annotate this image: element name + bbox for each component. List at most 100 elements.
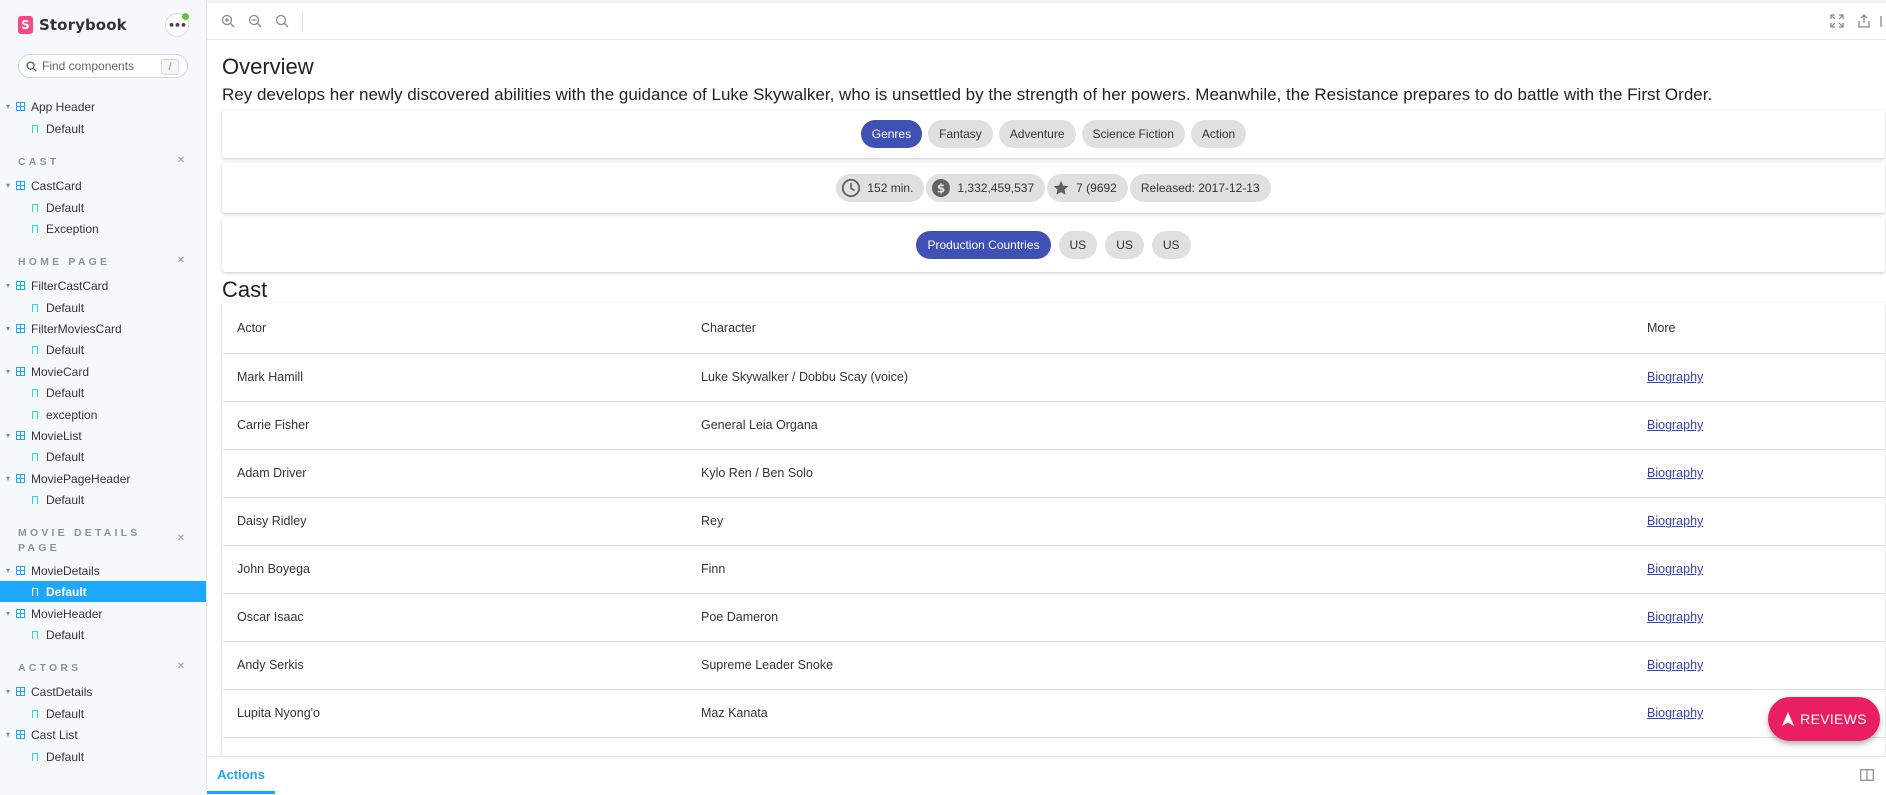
story-filter-movies-card-default[interactable]: Default bbox=[0, 339, 206, 360]
runtime-chip: 152 min. bbox=[836, 174, 925, 202]
story-movie-page-header-default[interactable]: Default bbox=[0, 489, 206, 510]
bookmark-icon bbox=[32, 709, 38, 718]
biography-link[interactable]: Biography bbox=[1647, 562, 1703, 576]
caret-down-icon: ▾ bbox=[6, 324, 11, 333]
actor-cell: Lupita Nyong'o bbox=[237, 706, 321, 720]
caret-down-icon: ▾ bbox=[6, 474, 11, 483]
biography-link[interactable]: Biography bbox=[1647, 370, 1703, 384]
section-title-home-page[interactable]: HOME PAGE bbox=[18, 255, 168, 270]
dollar-icon: $ bbox=[931, 178, 951, 198]
genre-chip[interactable]: Action bbox=[1190, 120, 1247, 148]
search-input[interactable] bbox=[42, 59, 152, 73]
component-icon bbox=[16, 367, 25, 376]
tree-item-label: CastCard bbox=[31, 178, 82, 193]
cast-table: Actor Character More Mark Hamill Luke Sk… bbox=[222, 303, 1885, 756]
story-movie-card-exception[interactable]: exception bbox=[0, 404, 206, 425]
tree-item-movie-list[interactable]: ▾ MovieList bbox=[0, 425, 206, 446]
column-header-more: More bbox=[1647, 321, 1676, 335]
reviews-fab-button[interactable]: REVIEWS bbox=[1768, 697, 1880, 741]
tree-item-movie-page-header[interactable]: ▾ MoviePageHeader bbox=[0, 468, 206, 489]
caret-down-icon: ▾ bbox=[6, 431, 11, 440]
biography-link[interactable]: Biography bbox=[1647, 610, 1703, 624]
tree-item-movie-card[interactable]: ▾ MovieCard bbox=[0, 361, 206, 382]
collapse-icon[interactable]: ✕ bbox=[176, 534, 186, 544]
component-icon bbox=[16, 730, 25, 739]
bookmark-icon bbox=[32, 630, 38, 639]
tree-item-cast-details[interactable]: ▾ CastDetails bbox=[0, 681, 206, 702]
notification-dot bbox=[182, 13, 189, 20]
story-label: Default bbox=[46, 200, 85, 215]
biography-link[interactable]: Biography bbox=[1647, 514, 1703, 528]
story-label: Default bbox=[46, 749, 85, 764]
component-icon bbox=[16, 181, 25, 190]
caret-down-icon: ▾ bbox=[6, 367, 11, 376]
bookmark-icon bbox=[32, 203, 38, 212]
component-icon bbox=[16, 609, 25, 618]
tree-item-cast-card[interactable]: ▾ CastCard bbox=[0, 175, 206, 196]
genre-chip[interactable]: Adventure bbox=[998, 120, 1076, 148]
tab-actions[interactable]: Actions bbox=[207, 757, 275, 794]
zoom-out-icon[interactable] bbox=[248, 14, 262, 28]
tree-item-label: FilterCastCard bbox=[31, 278, 109, 293]
sidebar-menu-button[interactable]: ••• bbox=[165, 13, 189, 37]
story-filter-cast-card-default[interactable]: Default bbox=[0, 297, 206, 318]
section-title-actors[interactable]: ACTORS bbox=[18, 661, 168, 676]
open-new-tab-icon[interactable] bbox=[1880, 14, 1886, 28]
story-app-header-default[interactable]: Default bbox=[0, 118, 206, 139]
revenue-chip: $ 1,332,459,537 bbox=[926, 174, 1046, 202]
story-movie-details-default[interactable]: Default bbox=[0, 581, 206, 602]
story-label: Default bbox=[46, 584, 87, 599]
tree-item-filter-cast-card[interactable]: ▾ FilterCastCard bbox=[0, 275, 206, 296]
story-movie-card-default[interactable]: Default bbox=[0, 382, 206, 403]
table-row: Lupita Nyong'o Maz Kanata Biography bbox=[222, 690, 1885, 738]
story-cast-list-default[interactable]: Default bbox=[0, 746, 206, 767]
panel-layout-icon[interactable] bbox=[1860, 769, 1874, 781]
tree-item-movie-header[interactable]: ▾ MovieHeader bbox=[0, 603, 206, 624]
tree-item-label: MovieCard bbox=[31, 364, 90, 379]
bookmark-icon bbox=[32, 388, 38, 397]
bookmark-icon bbox=[32, 752, 38, 761]
search-box[interactable]: / bbox=[18, 54, 188, 78]
tree-item-filter-movies-card[interactable]: ▾ FilterMoviesCard bbox=[0, 318, 206, 339]
tree-item-app-header[interactable]: ▾ App Header bbox=[0, 96, 206, 117]
story-cast-card-exception[interactable]: Exception bbox=[0, 218, 206, 239]
storybook-brand[interactable]: S Storybook bbox=[18, 14, 127, 36]
country-chip[interactable]: US bbox=[1058, 231, 1098, 259]
collapse-icon[interactable]: ✕ bbox=[176, 156, 186, 166]
biography-link[interactable]: Biography bbox=[1647, 466, 1703, 480]
story-label: Exception bbox=[46, 221, 99, 236]
section-title-cast[interactable]: CAST bbox=[18, 155, 168, 170]
collapse-icon[interactable]: ✕ bbox=[176, 256, 186, 266]
genre-chip[interactable]: Science Fiction bbox=[1081, 120, 1185, 148]
story-movie-list-default[interactable]: Default bbox=[0, 446, 206, 467]
story-cast-details-default[interactable]: Default bbox=[0, 703, 206, 724]
biography-link[interactable]: Biography bbox=[1647, 706, 1703, 720]
collapse-icon[interactable]: ✕ bbox=[176, 662, 186, 672]
zoom-reset-icon[interactable] bbox=[275, 14, 289, 28]
revenue-value: 1,332,459,537 bbox=[957, 181, 1035, 195]
bookmark-icon bbox=[32, 495, 38, 504]
character-cell: General Leia Organa bbox=[701, 418, 818, 432]
share-icon[interactable] bbox=[1857, 14, 1871, 28]
stats-card: 152 min. $ 1,332,459,537 7 (9692 Release… bbox=[222, 163, 1885, 213]
caret-down-icon: ▾ bbox=[6, 566, 11, 575]
biography-link[interactable]: Biography bbox=[1647, 418, 1703, 432]
tree-item-cast-list[interactable]: ▾ Cast List bbox=[0, 724, 206, 745]
story-cast-card-default[interactable]: Default bbox=[0, 197, 206, 218]
genre-chip[interactable]: Fantasy bbox=[928, 120, 993, 148]
country-chip[interactable]: US bbox=[1105, 231, 1144, 259]
column-header-character: Character bbox=[701, 321, 756, 335]
tree-item-movie-details[interactable]: ▾ MovieDetails bbox=[0, 560, 206, 581]
fullscreen-icon[interactable] bbox=[1830, 14, 1844, 28]
zoom-in-icon[interactable] bbox=[221, 14, 235, 28]
table-row: Daisy Ridley Rey Biography bbox=[222, 498, 1885, 546]
section-title-movie-details-page[interactable]: MOVIE DETAILS PAGE bbox=[18, 526, 168, 556]
story-movie-header-default[interactable]: Default bbox=[0, 624, 206, 645]
component-icon bbox=[16, 474, 25, 483]
caret-down-icon: ▾ bbox=[6, 102, 11, 111]
storybook-logo-icon: S bbox=[18, 16, 33, 34]
country-chip[interactable]: US bbox=[1151, 231, 1191, 259]
bookmark-icon bbox=[32, 452, 38, 461]
biography-link[interactable]: Biography bbox=[1647, 658, 1703, 672]
story-label: Default bbox=[46, 449, 85, 464]
